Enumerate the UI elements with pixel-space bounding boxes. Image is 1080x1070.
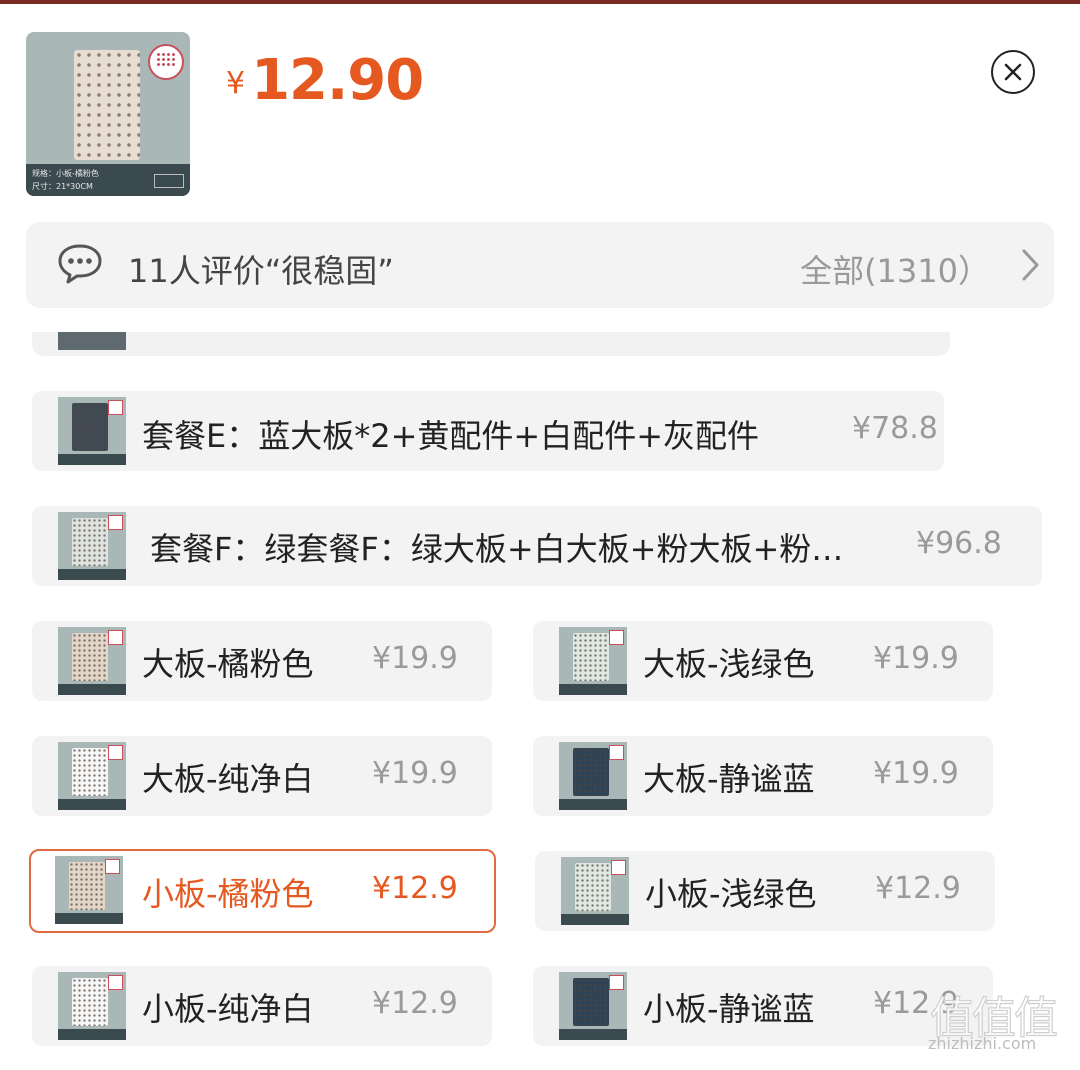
option-item[interactable]: 大板-纯净白 ¥19.9 (32, 736, 492, 816)
option-price: ¥19.9 (873, 641, 959, 676)
option-label: 大板-浅绿色 (643, 645, 815, 683)
option-thumbnail (58, 332, 126, 350)
review-summary-bar[interactable]: 11人评价“很稳固” 全部(1310） (26, 222, 1054, 308)
option-item[interactable]: 大板-静谧蓝 ¥19.9 (533, 736, 993, 816)
option-price: ¥19.9 (372, 756, 458, 791)
option-label: 套餐F：绿套餐F：绿大板+白大板+粉大板+粉… (150, 530, 844, 568)
thumbnail-spec-text: 规格：小板-橘粉色 (32, 169, 99, 178)
option-item-selected[interactable]: 小板-橘粉色 ¥12.9 (29, 849, 496, 933)
thumbnail-caption: 规格：小板-橘粉色 尺寸：21*30CM (26, 164, 190, 196)
option-item[interactable]: 大板-橘粉色 ¥19.9 (32, 621, 492, 701)
option-label: 大板-橘粉色 (142, 645, 314, 683)
site-watermark: 值值值 zhizhizhi.com (928, 982, 1076, 1066)
option-label: 小板-橘粉色 (142, 875, 314, 913)
option-thumbnail (559, 972, 627, 1040)
option-partially-hidden[interactable] (32, 332, 950, 356)
option-price: ¥12.9 (372, 871, 458, 906)
chat-bubble-icon (58, 244, 102, 284)
option-thumbnail (559, 742, 627, 810)
close-button[interactable] (991, 50, 1035, 94)
brand-logo (154, 174, 184, 188)
option-price: ¥12.9 (875, 871, 961, 906)
review-summary-text: 11人评价“很稳固” (128, 252, 394, 290)
option-price: ¥19.9 (372, 641, 458, 676)
option-price: ¥96.8 (916, 526, 1002, 561)
pegboard-image (74, 50, 140, 160)
option-thumbnail (58, 627, 126, 695)
option-thumbnail (58, 972, 126, 1040)
option-thumbnail (55, 856, 123, 924)
option-item[interactable]: 小板-纯净白 ¥12.9 (32, 966, 492, 1046)
option-thumbnail (58, 397, 126, 465)
option-item[interactable]: 套餐F：绿套餐F：绿大板+白大板+粉大板+粉… ¥96.8 (32, 506, 1042, 586)
all-reviews-link[interactable]: 全部(1310） (800, 246, 990, 292)
option-price: ¥78.8 (852, 411, 938, 446)
product-thumbnail[interactable]: 规格：小板-橘粉色 尺寸：21*30CM (26, 32, 190, 196)
option-label: 套餐E：蓝大板*2+黄配件+白配件+灰配件 (142, 417, 760, 455)
option-label: 小板-静谧蓝 (643, 990, 815, 1028)
option-label: 小板-浅绿色 (645, 875, 817, 913)
top-accent-bar (0, 0, 1080, 4)
option-label: 小板-纯净白 (142, 990, 314, 1028)
option-thumbnail (559, 627, 627, 695)
product-price: ¥12.90 (226, 48, 424, 113)
option-item[interactable]: 大板-浅绿色 ¥19.9 (533, 621, 993, 701)
option-price: ¥12.9 (372, 986, 458, 1021)
option-thumbnail (58, 742, 126, 810)
option-item[interactable]: 套餐E：蓝大板*2+黄配件+白配件+灰配件 ¥78.8 (32, 391, 944, 471)
price-currency: ¥ (226, 66, 246, 101)
option-label: 大板-静谧蓝 (643, 760, 815, 798)
product-badge (148, 44, 184, 80)
thumbnail-size-text: 尺寸：21*30CM (32, 182, 93, 191)
chevron-right-icon (1022, 249, 1039, 281)
watermark-site: zhizhizhi.com (928, 1034, 1037, 1053)
close-icon (1004, 63, 1022, 81)
option-price: ¥19.9 (873, 756, 959, 791)
option-label: 大板-纯净白 (142, 760, 314, 798)
option-item[interactable]: 小板-静谧蓝 ¥12.9 (533, 966, 993, 1046)
option-thumbnail (561, 857, 629, 925)
price-value: 12.90 (251, 48, 424, 113)
option-thumbnail (58, 512, 126, 580)
option-item[interactable]: 小板-浅绿色 ¥12.9 (535, 851, 995, 931)
